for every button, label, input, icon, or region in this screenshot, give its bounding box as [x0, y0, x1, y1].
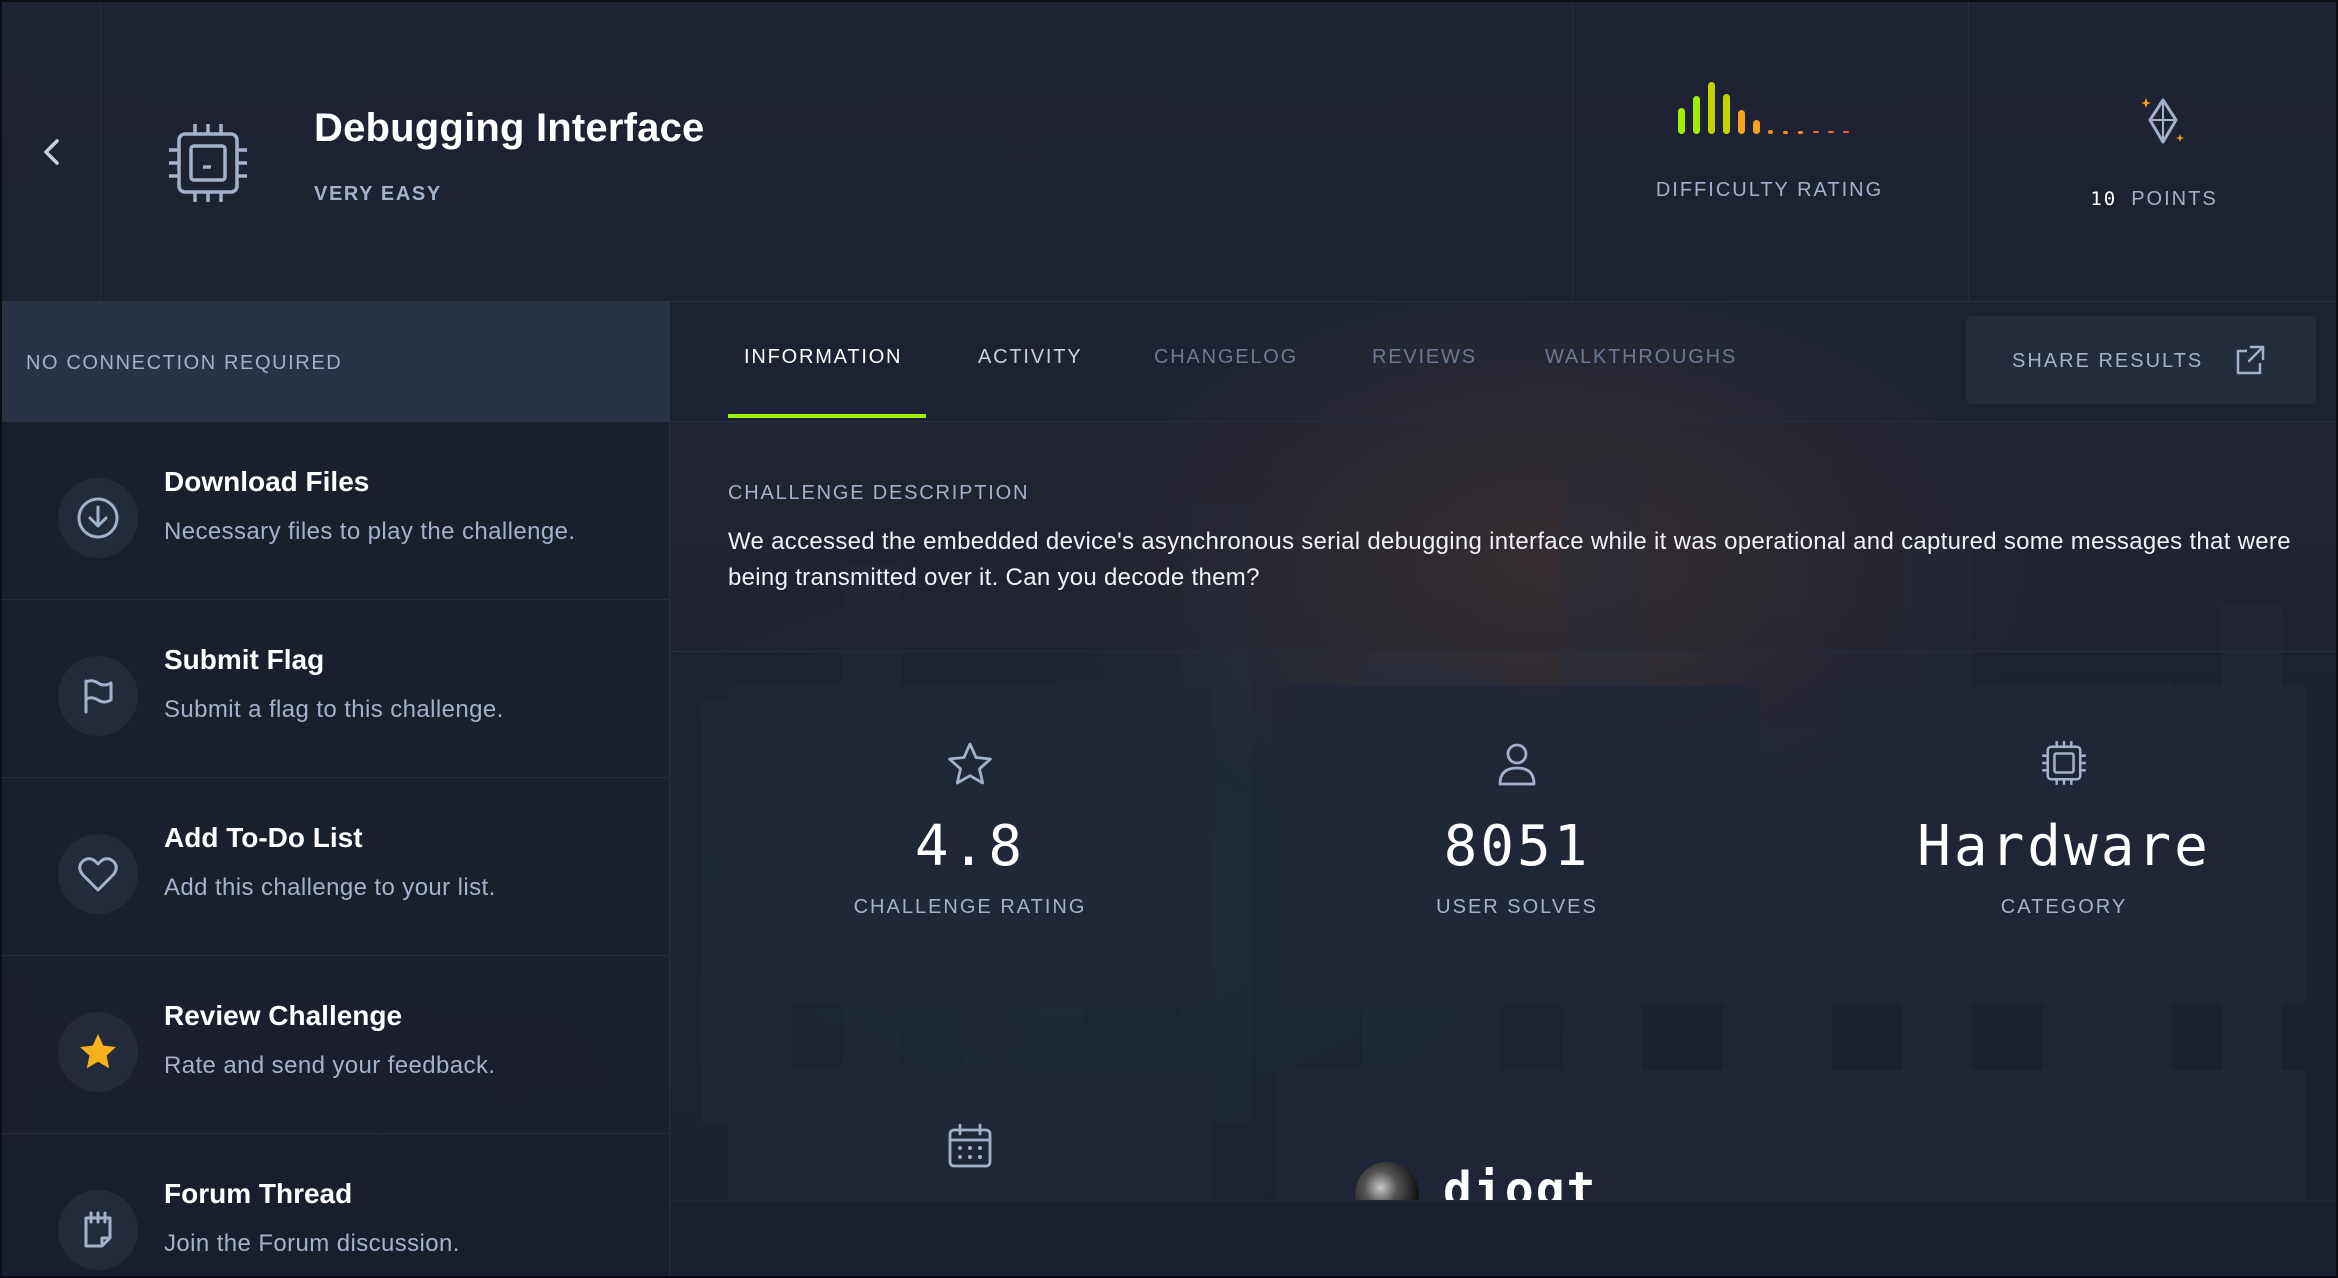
bottom-bar [670, 1200, 2336, 1276]
chip-icon [2042, 741, 2086, 785]
action-title: Download Files [164, 466, 370, 497]
difficulty-bar [1798, 131, 1803, 134]
points-unit: POINTS [2131, 188, 2218, 210]
action-description: Necessary files to play the challenge. [164, 518, 576, 545]
action-title: Submit Flag [164, 644, 325, 675]
action-description: Rate and send your feedback. [164, 1052, 496, 1079]
action-description: Add this challenge to your list. [164, 874, 496, 901]
download-files-action[interactable]: Download Files Necessary files to play t… [2, 422, 670, 600]
challenge-rating-value: 4.8 [914, 814, 1026, 879]
share-label: SHARE RESULTS [2012, 350, 2204, 372]
user-solves-value: 8051 [1443, 814, 1591, 879]
category-label: CATEGORY [2000, 896, 2128, 918]
points-block: 10 POINTS [1968, 62, 2336, 222]
difficulty-bar [1738, 110, 1745, 134]
difficulty-bar [1753, 120, 1760, 134]
challenge-title: Debugging Interface [314, 106, 705, 150]
share-results-button[interactable]: SHARE RESULTS [1966, 316, 2316, 404]
difficulty-bar [1843, 131, 1849, 133]
submit-flag-action[interactable]: Submit Flag Submit a flag to this challe… [2, 600, 670, 778]
review-challenge-action[interactable]: Review Challenge Rate and send your feed… [2, 956, 670, 1134]
category-card: Hardware CATEGORY [1822, 686, 2306, 1004]
difficulty-bar [1723, 94, 1730, 134]
tab-walkthroughs[interactable]: WALKTHROUGHS [1545, 346, 1737, 369]
difficulty-bar [1828, 131, 1834, 133]
action-title: Forum Thread [164, 1178, 353, 1209]
category-value: Hardware [1917, 814, 2211, 879]
action-title: Add To-Do List [164, 822, 363, 853]
external-share-icon [2236, 345, 2265, 375]
back-button[interactable] [32, 132, 72, 172]
difficulty-level: VERY EASY [314, 183, 442, 205]
action-description: Join the Forum discussion. [164, 1230, 460, 1257]
active-tab-indicator [728, 414, 926, 418]
points-label: 10 POINTS [1968, 188, 2336, 211]
difficulty-bar [1783, 131, 1788, 134]
chip-icon [169, 124, 247, 202]
creator-name[interactable]: diogt [1443, 1162, 1598, 1200]
calendar-icon [948, 1123, 992, 1168]
tab-activity[interactable]: ACTIVITY [978, 346, 1082, 369]
difficulty-bar [1813, 131, 1819, 133]
difficulty-bars [1678, 82, 1849, 134]
divider [100, 2, 101, 302]
star-outline-icon [948, 742, 992, 785]
challenge-header: Debugging Interface VERY EASY DIFFICULTY… [2, 2, 2336, 302]
challenge-rating-card: 4.8 CHALLENGE RATING [728, 686, 1212, 1004]
points-value: 10 [2090, 188, 2118, 210]
action-description: Submit a flag to this challenge. [164, 696, 504, 723]
difficulty-rating: DIFFICULTY RATING [1572, 62, 1967, 222]
connection-label: NO CONNECTION REQUIRED [26, 352, 343, 374]
flag-icon [58, 656, 138, 736]
description-heading: CHALLENGE DESCRIPTION [728, 482, 1030, 504]
challenge-page: Debugging Interface VERY EASY DIFFICULTY… [0, 0, 2338, 1278]
user-solves-label: USER SOLVES [1436, 896, 1598, 918]
add-todo-action[interactable]: Add To-Do List Add this challenge to you… [2, 778, 670, 956]
release-date-card [728, 1070, 1212, 1200]
action-sidebar: NO CONNECTION REQUIRED Download Files Ne… [2, 302, 670, 1276]
heart-icon [58, 834, 138, 914]
user-icon [1498, 743, 1536, 786]
forum-thread-action[interactable]: Forum Thread Join the Forum discussion. [2, 1134, 670, 1276]
tab-information[interactable]: INFORMATION [744, 346, 902, 369]
download-icon [58, 478, 138, 558]
action-title: Review Challenge [164, 1000, 403, 1031]
tab-changelog[interactable]: CHANGELOG [1154, 346, 1298, 369]
user-solves-card: 8051 USER SOLVES [1275, 686, 1759, 1004]
difficulty-bar [1678, 108, 1685, 134]
creator-card: diogt [1275, 1070, 2306, 1200]
challenge-description: CHALLENGE DESCRIPTION We accessed the em… [670, 422, 2336, 652]
notebook-icon [58, 1190, 138, 1270]
connection-status: NO CONNECTION REQUIRED [2, 302, 670, 422]
difficulty-bar [1708, 82, 1715, 134]
tab-reviews[interactable]: REVIEWS [1372, 346, 1477, 369]
difficulty-bar [1768, 130, 1773, 134]
difficulty-bar [1693, 96, 1700, 134]
challenge-rating-label: CHALLENGE RATING [853, 896, 1087, 918]
gem-icon [2141, 98, 2184, 144]
chevron-left-icon [44, 139, 59, 165]
difficulty-label: DIFFICULTY RATING [1655, 179, 1884, 201]
creator-avatar[interactable] [1355, 1162, 1419, 1200]
description-text: We accessed the embedded device's asynch… [728, 528, 2291, 591]
tab-bar: INFORMATION ACTIVITY CHANGELOG REVIEWS W… [670, 302, 2336, 422]
star-icon [58, 1012, 138, 1092]
